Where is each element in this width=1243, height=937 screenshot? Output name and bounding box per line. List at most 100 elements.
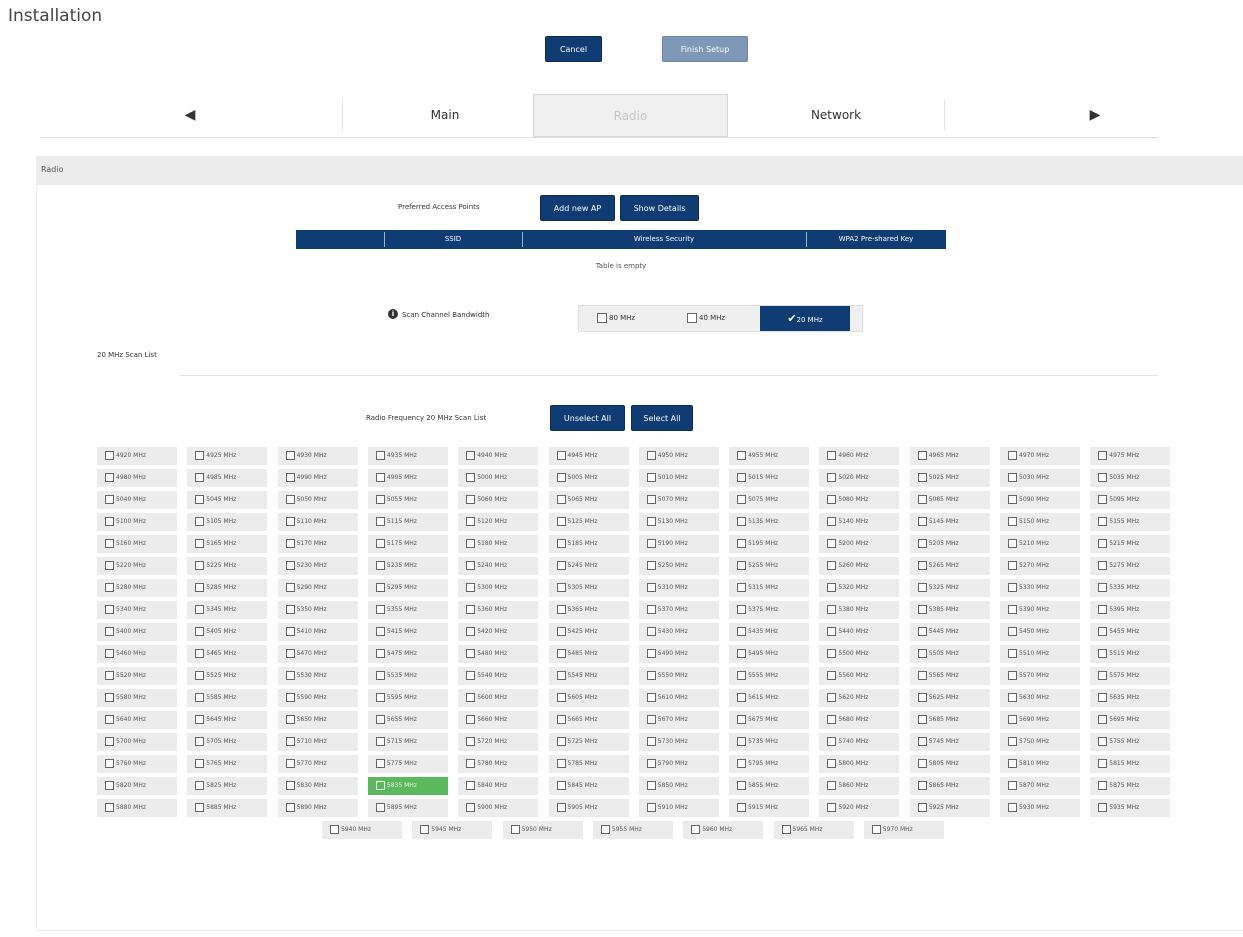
frequency-option[interactable]: 5390 MHz [1000, 601, 1080, 619]
frequency-option[interactable]: 5205 MHz [909, 535, 990, 553]
frequency-option[interactable]: 5150 MHz [1000, 513, 1080, 531]
frequency-option[interactable]: 5310 MHz [638, 579, 719, 597]
frequency-option[interactable]: 5375 MHz [729, 601, 810, 619]
frequency-option[interactable]: 5915 MHz [729, 799, 810, 817]
frequency-option[interactable]: 5900 MHz [458, 799, 539, 817]
frequency-option[interactable]: 5630 MHz [1000, 689, 1080, 707]
frequency-option[interactable]: 5860 MHz [819, 777, 900, 795]
frequency-option[interactable]: 5710 MHz [277, 733, 358, 751]
frequency-option[interactable]: 5215 MHz [1090, 535, 1171, 553]
frequency-option[interactable]: 5430 MHz [638, 623, 719, 641]
frequency-option[interactable]: 5590 MHz [277, 689, 358, 707]
frequency-option[interactable]: 5220 MHz [97, 557, 177, 575]
bw-option-20[interactable]: ✔20 MHz [760, 306, 850, 331]
frequency-option[interactable]: 5950 MHz [502, 821, 583, 839]
frequency-option[interactable]: 5335 MHz [1090, 579, 1171, 597]
frequency-option[interactable]: 5855 MHz [729, 777, 810, 795]
frequency-option[interactable]: 5125 MHz [548, 513, 629, 531]
frequency-option[interactable]: 5780 MHz [458, 755, 539, 773]
frequency-option[interactable]: 5250 MHz [638, 557, 719, 575]
frequency-option[interactable]: 5070 MHz [638, 491, 719, 509]
frequency-option[interactable]: 5045 MHz [187, 491, 268, 509]
frequency-option[interactable]: 5640 MHz [97, 711, 177, 729]
frequency-option[interactable]: 5195 MHz [729, 535, 810, 553]
frequency-option[interactable]: 5090 MHz [1000, 491, 1080, 509]
frequency-option[interactable]: 5400 MHz [97, 623, 177, 641]
frequency-option[interactable]: 5520 MHz [97, 667, 177, 685]
frequency-option[interactable]: 5970 MHz [863, 821, 944, 839]
frequency-option[interactable]: 5445 MHz [909, 623, 990, 641]
frequency-option[interactable]: 5270 MHz [1000, 557, 1080, 575]
frequency-option[interactable]: 5370 MHz [638, 601, 719, 619]
frequency-option[interactable]: 5905 MHz [548, 799, 629, 817]
frequency-option[interactable]: 5665 MHz [548, 711, 629, 729]
frequency-option[interactable]: 4940 MHz [458, 447, 539, 465]
frequency-option[interactable]: 5165 MHz [187, 535, 268, 553]
frequency-option[interactable]: 5450 MHz [1000, 623, 1080, 641]
frequency-option[interactable]: 4985 MHz [187, 469, 268, 487]
frequency-option[interactable]: 4920 MHz [97, 447, 177, 465]
frequency-option[interactable]: 5655 MHz [367, 711, 448, 729]
frequency-option[interactable]: 5355 MHz [367, 601, 448, 619]
col-ssid[interactable]: SSID [384, 230, 522, 249]
frequency-option[interactable]: 5775 MHz [367, 755, 448, 773]
frequency-option[interactable]: 5740 MHz [819, 733, 900, 751]
frequency-option[interactable]: 5960 MHz [683, 821, 764, 839]
frequency-option[interactable]: 5175 MHz [367, 535, 448, 553]
frequency-option[interactable]: 5425 MHz [548, 623, 629, 641]
frequency-option[interactable]: 5530 MHz [277, 667, 358, 685]
frequency-option[interactable]: 5660 MHz [458, 711, 539, 729]
frequency-option[interactable]: 5280 MHz [97, 579, 177, 597]
frequency-option[interactable]: 4935 MHz [367, 447, 448, 465]
frequency-option[interactable]: 5755 MHz [1090, 733, 1171, 751]
frequency-option[interactable]: 5395 MHz [1090, 601, 1171, 619]
frequency-option[interactable]: 5705 MHz [187, 733, 268, 751]
frequency-option[interactable]: 5170 MHz [277, 535, 358, 553]
frequency-option[interactable]: 5670 MHz [638, 711, 719, 729]
frequency-option[interactable]: 5805 MHz [909, 755, 990, 773]
frequency-option[interactable]: 5795 MHz [729, 755, 810, 773]
frequency-option[interactable]: 5725 MHz [548, 733, 629, 751]
frequency-option[interactable]: 5025 MHz [909, 469, 990, 487]
frequency-option[interactable]: 5825 MHz [187, 777, 268, 795]
frequency-option[interactable]: 5040 MHz [97, 491, 177, 509]
frequency-option[interactable]: 5240 MHz [458, 557, 539, 575]
frequency-option[interactable]: 5360 MHz [458, 601, 539, 619]
frequency-option[interactable]: 5605 MHz [548, 689, 629, 707]
frequency-option[interactable]: 5815 MHz [1090, 755, 1171, 773]
frequency-option[interactable]: 5365 MHz [548, 601, 629, 619]
frequency-option[interactable]: 5800 MHz [819, 755, 900, 773]
frequency-option[interactable]: 5135 MHz [729, 513, 810, 531]
frequency-option[interactable]: 5380 MHz [819, 601, 900, 619]
col-wpa2-key[interactable]: WPA2 Pre-shared Key [806, 230, 946, 249]
frequency-option[interactable]: 5620 MHz [819, 689, 900, 707]
frequency-option[interactable]: 5650 MHz [277, 711, 358, 729]
frequency-option[interactable]: 5300 MHz [458, 579, 539, 597]
frequency-option[interactable]: 5340 MHz [97, 601, 177, 619]
frequency-option[interactable]: 5595 MHz [367, 689, 448, 707]
tab-radio[interactable]: Radio [533, 94, 728, 137]
frequency-option[interactable]: 5770 MHz [277, 755, 358, 773]
frequency-option[interactable]: 5720 MHz [458, 733, 539, 751]
frequency-option[interactable]: 4950 MHz [638, 447, 719, 465]
frequency-option[interactable]: 5345 MHz [187, 601, 268, 619]
frequency-option[interactable]: 5585 MHz [187, 689, 268, 707]
frequency-option[interactable]: 5820 MHz [97, 777, 177, 795]
frequency-option[interactable]: 5480 MHz [458, 645, 539, 663]
frequency-option[interactable]: 5850 MHz [638, 777, 719, 795]
frequency-option[interactable]: 5910 MHz [638, 799, 719, 817]
tab-main[interactable]: Main [360, 94, 530, 137]
frequency-option[interactable]: 5225 MHz [187, 557, 268, 575]
frequency-option[interactable]: 4965 MHz [909, 447, 990, 465]
frequency-option[interactable]: 5350 MHz [277, 601, 358, 619]
frequency-option[interactable]: 5120 MHz [458, 513, 539, 531]
frequency-option[interactable]: 5925 MHz [909, 799, 990, 817]
frequency-option[interactable]: 5100 MHz [97, 513, 177, 531]
frequency-option[interactable]: 5555 MHz [729, 667, 810, 685]
frequency-option[interactable]: 4990 MHz [277, 469, 358, 487]
frequency-option[interactable]: 5515 MHz [1090, 645, 1171, 663]
frequency-option[interactable]: 5275 MHz [1090, 557, 1171, 575]
frequency-option[interactable]: 5015 MHz [729, 469, 810, 487]
frequency-option[interactable]: 5155 MHz [1090, 513, 1171, 531]
frequency-option[interactable]: 5005 MHz [548, 469, 629, 487]
